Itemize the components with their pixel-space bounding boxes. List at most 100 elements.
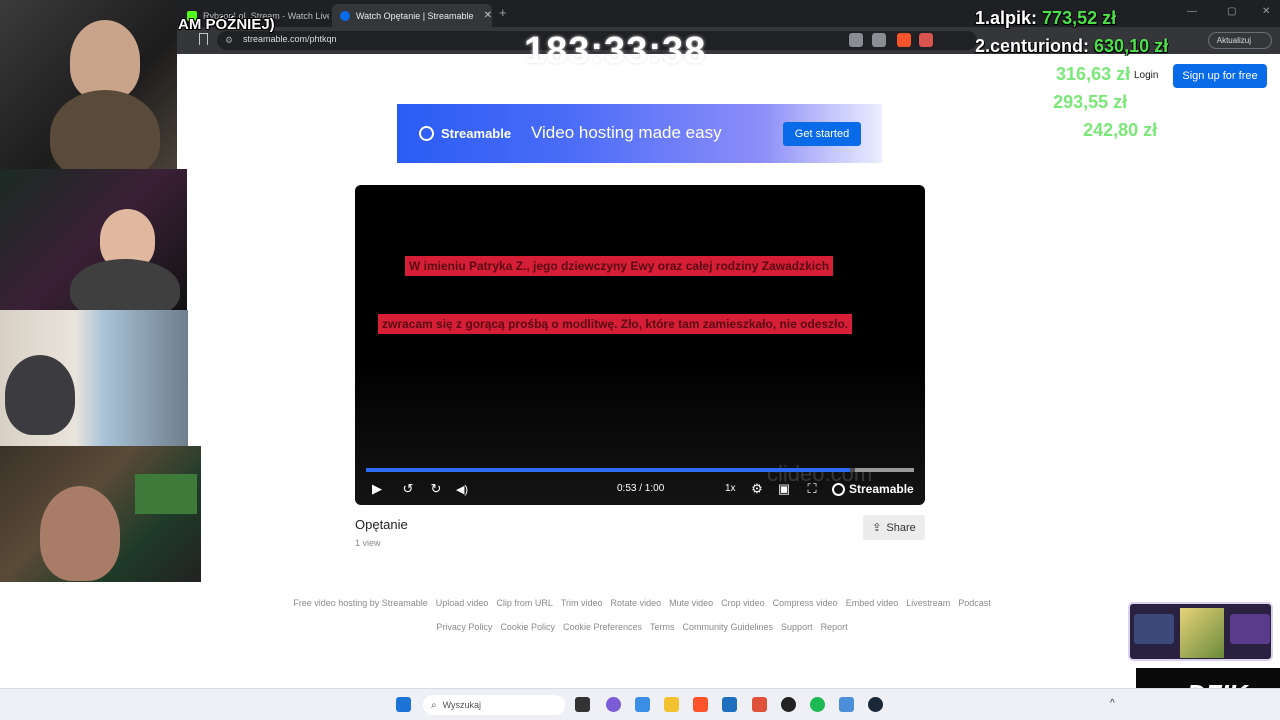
skin-image [1180, 608, 1224, 658]
webcam-person [5, 355, 75, 435]
video-progress-bar[interactable] [366, 468, 914, 472]
leaderboard-amount: 773,52 zł [1042, 8, 1117, 28]
video-player[interactable]: W imieniu Patryka Z., jego dziewczyny Ew… [355, 185, 925, 505]
fullscreen-icon[interactable]: ⛶ [804, 481, 820, 497]
footer-link[interactable]: Mute video [669, 598, 713, 608]
windows-taskbar: ⌕ Wyszukaj ^ [0, 688, 1280, 720]
footer-link[interactable]: Upload video [436, 598, 489, 608]
footer-links-primary: Free video hosting by Streamable Upload … [272, 598, 1012, 608]
footer-link[interactable]: Community Guidelines [683, 622, 774, 632]
steam-icon[interactable] [868, 697, 883, 712]
footer-link[interactable]: Embed video [846, 598, 899, 608]
new-tab-button[interactable]: + [499, 5, 507, 20]
video-views: 1 view [355, 538, 381, 548]
leaderboard-rank: 2. [975, 36, 991, 56]
signup-button[interactable]: Sign up for free [1173, 64, 1267, 88]
progress-fill [366, 468, 850, 472]
volume-icon[interactable]: ◀) [454, 481, 470, 497]
settings-gear-icon[interactable]: ⚙ [749, 481, 765, 497]
video-title: Opętanie [355, 517, 408, 532]
minimize-button[interactable]: — [1187, 6, 1197, 17]
site-info-icon[interactable]: ⚙ [225, 35, 233, 46]
brave-browser-icon[interactable] [693, 697, 708, 712]
footer-links-legal: Privacy Policy Cookie Policy Cookie Pref… [272, 622, 1012, 632]
close-window-button[interactable]: ✕ [1262, 6, 1270, 17]
ad-banner[interactable]: Streamable Video hosting made easy Get s… [397, 104, 882, 163]
leaderboard-amount: 293,55 zł [1053, 92, 1128, 112]
aquarium [135, 474, 197, 514]
playback-speed[interactable]: 1x [725, 483, 736, 494]
footer-link[interactable]: Report [821, 622, 848, 632]
streamable-logo-icon [419, 126, 434, 141]
share-icon: ⇪ [872, 522, 882, 534]
footer-link[interactable]: Cookie Preferences [563, 622, 642, 632]
footer-link[interactable]: Free video hosting by Streamable [293, 598, 428, 608]
obs-icon[interactable] [781, 697, 796, 712]
taskbar-search[interactable]: ⌕ Wyszukaj [423, 695, 565, 715]
webcam-feed-3 [0, 310, 188, 446]
leaderboard-amount: 242,80 zł [1083, 120, 1158, 140]
player-brand[interactable]: Streamable [832, 482, 914, 496]
footer-link[interactable]: Privacy Policy [436, 622, 492, 632]
copilot-icon[interactable] [635, 697, 650, 712]
webcam-person [70, 20, 140, 100]
footer-link[interactable]: Support [781, 622, 813, 632]
search-icon: ⌕ [431, 699, 437, 711]
bookmark-icon[interactable] [199, 33, 208, 45]
share-label: Share [886, 521, 916, 534]
translate-icon[interactable] [849, 33, 863, 47]
leaderboard-row: 5.Jankokac: 242,80 zł [975, 120, 1168, 148]
get-started-button[interactable]: Get started [783, 122, 861, 146]
footer-link[interactable]: Rotate video [611, 598, 662, 608]
leaderboard-name: Jankokac: [990, 120, 1079, 140]
screen: RybsonLoL Stream - Watch Live on K Watch… [0, 0, 1280, 720]
footer-link[interactable]: Podcast [958, 598, 991, 608]
skin-image [1134, 614, 1174, 644]
brave-shield-icon[interactable] [897, 33, 911, 47]
streamable-logo-icon [832, 482, 845, 496]
webcam-feed-4 [0, 446, 201, 582]
windows-start-icon[interactable] [396, 697, 411, 712]
url-text: streamable.com/phtkqn [243, 34, 337, 44]
update-button[interactable]: Aktualizuj [1207, 32, 1272, 49]
play-icon[interactable]: ▶ [369, 481, 385, 497]
notepad-icon[interactable] [839, 697, 854, 712]
spotify-icon[interactable] [810, 697, 825, 712]
rewards-icon[interactable] [919, 33, 933, 47]
maximize-button[interactable]: ▢ [1227, 6, 1236, 17]
leaderboard-rank: 4. [975, 92, 991, 112]
footer-link[interactable]: Cookie Policy [500, 622, 555, 632]
file-explorer-icon[interactable] [664, 697, 679, 712]
task-view-icon[interactable] [575, 697, 590, 712]
video-caption-line-1: W imieniu Patryka Z., jego dziewczyny Ew… [405, 256, 834, 276]
share-page-icon[interactable] [872, 33, 886, 47]
video-caption-line-2: zwracam się z gorącą prośbą o modlitwę. … [378, 314, 853, 334]
store-icon[interactable] [722, 697, 737, 712]
footer-link[interactable]: Crop video [721, 598, 765, 608]
tab-label: Watch Opętanie | Streamable [356, 10, 474, 21]
footer-link[interactable]: Clip from URL [496, 598, 553, 608]
leaderboard-name: Franio: [990, 64, 1052, 84]
playback-time: 0:53 / 1:00 [617, 483, 665, 494]
picture-in-picture-icon[interactable]: ▣ [776, 481, 792, 497]
streamable-page: Login Sign up for free Streamable Video … [177, 54, 1280, 688]
leaderboard-row: 3.Franio: 316,63 zł [975, 64, 1168, 92]
footer-link[interactable]: Terms [650, 622, 675, 632]
footer-link[interactable]: Compress video [773, 598, 838, 608]
close-icon[interactable]: ✕ [484, 10, 492, 21]
leaderboard-row: 1.alpik: 773,52 zł [975, 8, 1168, 36]
footer-link[interactable]: Trim video [561, 598, 603, 608]
stream-title-strip: AM PÓŹNIEJ) [178, 16, 275, 33]
discord-icon[interactable] [606, 697, 621, 712]
footer-link[interactable]: Livestream [906, 598, 950, 608]
webcam-feed-2 [0, 169, 187, 310]
brave-beta-icon[interactable] [752, 697, 767, 712]
tab-streamable[interactable]: Watch Opętanie | Streamable ✕ [332, 4, 492, 27]
donation-leaderboard: 1.alpik: 773,52 zł 2.centuriond: 630,10 … [975, 8, 1168, 148]
tray-overflow-icon[interactable]: ^ [1110, 698, 1115, 709]
rewind-icon[interactable]: ↺ [400, 481, 416, 497]
webcam-person [40, 486, 120, 581]
share-button[interactable]: ⇪ Share [863, 515, 925, 540]
skin-image [1230, 614, 1270, 644]
forward-icon[interactable]: ↻ [428, 481, 444, 497]
